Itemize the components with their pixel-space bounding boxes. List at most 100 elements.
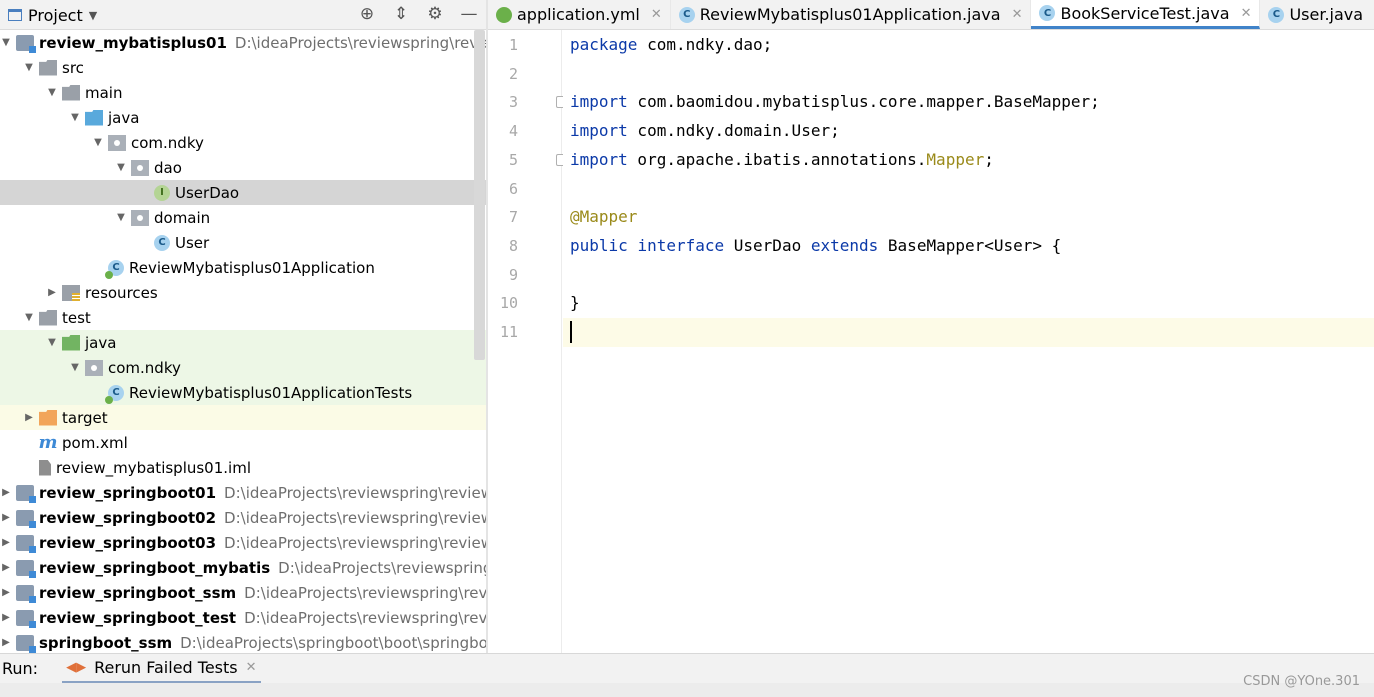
class-icon: C	[154, 234, 170, 251]
code-editor[interactable]: package com.ndky.dao; import com.baomidou…	[563, 30, 1374, 653]
tree-item[interactable]: m pom.xml	[0, 430, 487, 455]
tree-item[interactable]: ▶ target	[0, 405, 487, 430]
tree-item-label: ReviewMybatisplus01Application	[129, 258, 375, 277]
tree-item[interactable]: ▼ java	[0, 105, 487, 130]
close-icon[interactable]: ✕	[1012, 7, 1023, 22]
tree-item[interactable]: ▼ com.ndky	[0, 355, 487, 380]
editor-tab[interactable]: application.yml ✕	[488, 0, 671, 29]
tree-item[interactable]: ▶ review_springboot01 D:\ideaProjects\revi…	[0, 480, 487, 505]
code-keyword: public	[570, 235, 628, 255]
line-number: 11	[499, 323, 518, 341]
code-text: com.ndky.dao;	[637, 35, 773, 54]
tree-item-label: com.ndky	[131, 133, 204, 152]
tree-item-label: java	[108, 108, 140, 127]
tree-scrollbar[interactable]	[474, 30, 485, 360]
tree-item[interactable]: ▼ dao	[0, 155, 487, 180]
chevron-down-icon[interactable]: ▼	[46, 87, 58, 98]
run-tab-rerun-failed-tests[interactable]: ◀▶ Rerun Failed Tests ✕	[62, 654, 261, 684]
run-label: Run:	[2, 659, 39, 678]
tree-item[interactable]: C ReviewMybatisplus01ApplicationTests	[0, 380, 487, 405]
tree-item[interactable]: C ReviewMybatisplus01Application	[0, 255, 487, 280]
chevron-down-icon[interactable]: ▼	[115, 212, 127, 223]
hide-icon[interactable]: —	[459, 4, 479, 24]
code-text: BaseMapper<User> {	[878, 235, 1062, 255]
tree-item-label: review_springboot02	[39, 508, 217, 527]
chevron-right-icon[interactable]: ▶	[0, 537, 12, 548]
tree-item[interactable]: ▶ review_springboot_test D:\ideaProjects\r…	[0, 605, 487, 630]
collapse-all-icon[interactable]: ⇕	[391, 4, 411, 24]
tree-item[interactable]: ▼ test	[0, 305, 487, 330]
line-number: 9	[508, 265, 518, 284]
project-view-selector[interactable]: Project ▼	[8, 4, 97, 26]
chevron-down-icon[interactable]: ▼	[69, 362, 81, 373]
line-number: 4	[508, 122, 518, 141]
chevron-right-icon[interactable]: ▶	[0, 562, 12, 573]
code-text: UserDao	[724, 235, 811, 255]
tree-item[interactable]: C User	[0, 230, 487, 255]
spring-boot-class-icon: C	[105, 259, 124, 279]
editor-tab[interactable]: C ReviewMybatisplus01Application.java ✕	[671, 0, 1032, 29]
code-text: ;	[984, 149, 994, 169]
chevron-down-icon[interactable]: ▼	[69, 112, 81, 123]
module-icon	[16, 584, 36, 603]
code-text: com.baomidou.mybatisplus.core.mapper.Bas…	[627, 92, 1100, 112]
folder-icon	[39, 59, 57, 76]
editor-tab[interactable]: C BookServiceTest.java ✕	[1031, 0, 1261, 29]
chevron-down-icon[interactable]: ▼	[115, 162, 127, 173]
tree-item-label: review_springboot01	[39, 483, 217, 502]
chevron-right-icon[interactable]: ▶	[0, 587, 12, 598]
tree-item[interactable]: ▶ resources	[0, 280, 487, 305]
tree-item-path: D:\ideaProjects\reviewspring\review_s	[224, 483, 487, 502]
tree-item-label: com.ndky	[108, 358, 181, 377]
editor-tab[interactable]: CUser.java✕	[1260, 0, 1374, 29]
chevron-down-icon[interactable]: ▼	[46, 337, 58, 348]
tree-item[interactable]: ▼ com.ndky	[0, 130, 487, 155]
chevron-right-icon[interactable]: ▶	[0, 637, 12, 648]
chevron-right-icon[interactable]: ▶	[0, 487, 12, 498]
locate-icon[interactable]: ⊕	[357, 4, 377, 24]
chevron-right-icon[interactable]: ▶	[0, 512, 12, 523]
current-line-highlight	[563, 318, 1374, 347]
close-icon[interactable]: ✕	[246, 660, 257, 675]
run-tab-label: Rerun Failed Tests	[94, 657, 238, 677]
tree-item[interactable]: ▼ main	[0, 80, 487, 105]
iml-file-icon	[39, 459, 51, 476]
tree-item[interactable]: ▶ review_springboot_ssm D:\ideaProjects\re…	[0, 580, 487, 605]
chevron-right-icon[interactable]: ▶	[46, 287, 58, 298]
tree-item[interactable]: ▶ review_springboot02 D:\ideaProjects\revi…	[0, 505, 487, 530]
chevron-down-icon[interactable]: ▼	[0, 37, 12, 48]
chevron-right-icon[interactable]: ▶	[23, 412, 35, 423]
editor-tab-label: application.yml	[517, 5, 640, 24]
tree-item-label: test	[62, 308, 91, 327]
tree-item[interactable]: ▶ springboot_ssm D:\ideaProjects\springboo…	[0, 630, 487, 653]
project-window-icon	[8, 9, 22, 21]
tree-item[interactable]: ▶ review_springboot03 D:\ideaProjects\revi…	[0, 530, 487, 555]
code-text: }	[570, 293, 580, 313]
code-keyword: import	[570, 149, 628, 169]
tree-item[interactable]: ▼ review_mybatisplus01 D:\ideaProjects\rev…	[0, 30, 487, 55]
tree-item[interactable]: I UserDao	[0, 180, 487, 205]
tree-item[interactable]: ▶ review_springboot_mybatis D:\ideaProject…	[0, 555, 487, 580]
tree-item-path: D:\ideaProjects\reviewspring\review_	[234, 33, 487, 52]
code-text: org.apache.ibatis.annotations.	[627, 149, 927, 169]
editor-gutter: 1 2 3 4 5 6 7 8 9 10 11	[488, 30, 566, 653]
tree-item-label: pom.xml	[62, 433, 128, 452]
maven-icon: m	[38, 432, 58, 453]
chevron-down-icon[interactable]: ▼	[23, 62, 35, 73]
line-number: 10	[499, 294, 518, 313]
tree-item[interactable]: ▼ src	[0, 55, 487, 80]
tree-item[interactable]: ▼ java	[0, 330, 487, 355]
tree-item[interactable]: ▼ domain	[0, 205, 487, 230]
tree-item[interactable]: review_mybatisplus01.iml	[0, 455, 487, 480]
tree-item-path: D:\ideaProjects\reviewspring\review	[244, 583, 487, 602]
gear-icon[interactable]: ⚙	[425, 4, 445, 24]
chevron-down-icon[interactable]: ▼	[23, 312, 35, 323]
rerun-icon: ◀▶	[66, 659, 87, 675]
close-icon[interactable]: ✕	[651, 7, 662, 22]
code-line: package com.ndky.dao;	[570, 35, 772, 54]
chevron-right-icon[interactable]: ▶	[0, 612, 12, 623]
tree-item-path: D:\ideaProjects\reviewspring\review_s	[224, 508, 487, 527]
chevron-down-icon[interactable]: ▼	[92, 137, 104, 148]
tree-item-label: domain	[154, 208, 211, 227]
close-icon[interactable]: ✕	[1241, 6, 1252, 21]
